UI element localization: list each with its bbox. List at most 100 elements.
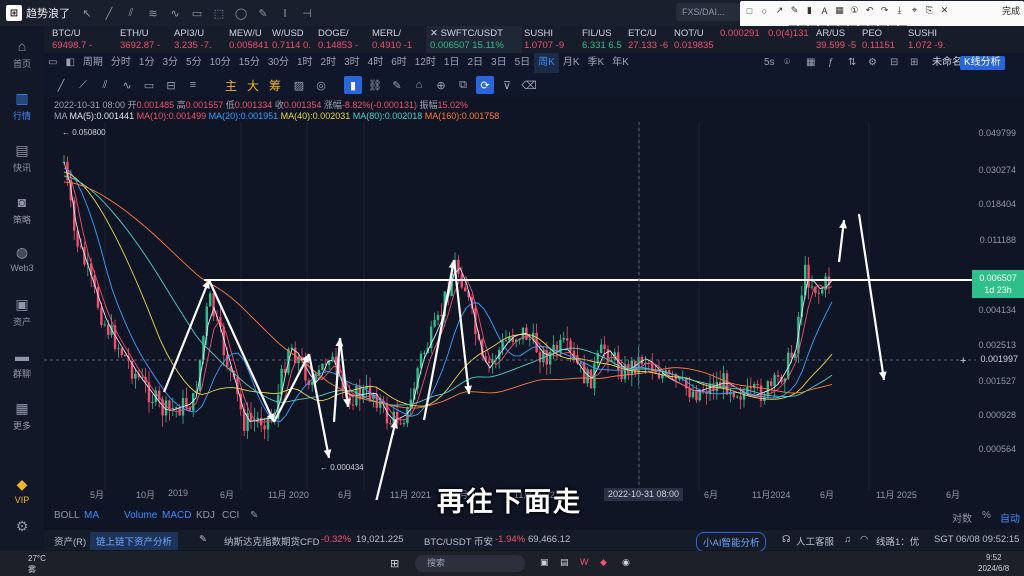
marker-icon[interactable]: ▮ [804,5,815,16]
text-icon[interactable]: A [819,5,830,16]
ticker-tab[interactable]: FIL/US 6.331 6.5 [582,26,622,53]
app-logo[interactable]: ⊞ 趋势浪了 [0,0,76,26]
kline-analysis-button[interactable]: K线分析 [960,56,1005,70]
taskview-icon[interactable]: ▣ [540,557,549,568]
signal-icon[interactable]: ▨ [290,76,308,94]
period-10分[interactable]: 10分 [206,53,235,73]
fib-icon[interactable]: ≡ [184,76,202,94]
indicator-volume[interactable]: Volume [124,510,157,521]
ticker-tab[interactable]: API3/U 3.235 -7. [174,26,212,53]
ticker-tab[interactable]: SUSHI 1.072 -9. [908,26,946,53]
period-6时[interactable]: 6时 [387,53,411,73]
pen-icon[interactable]: ✎ [388,76,406,94]
explorer-icon[interactable]: ▤ [560,557,569,568]
edit-indicator-icon[interactable]: ✎ [250,510,258,521]
arrow-icon[interactable]: ↗ [774,5,785,16]
period-1日[interactable]: 1日 [440,53,464,73]
customer-service-button[interactable]: 人工客服 [796,534,834,548]
price-chart[interactable]: ← 0.050800 ← 0.000434 + [44,122,976,500]
sidebar-item-strategy[interactable]: ◙ 策略 [0,194,44,226]
period-2日[interactable]: 2日 [463,53,487,73]
parallel-icon[interactable]: ⫽ [96,76,114,94]
wave-tool-icon[interactable]: ∿ [164,3,186,23]
bell-icon[interactable]: ♫ [844,534,851,545]
period-15分[interactable]: 15分 [235,53,264,73]
compare-icon[interactable]: ⇅ [848,53,856,73]
pin-icon[interactable]: ⌖ [909,5,920,16]
cursor-icon[interactable]: ↖ [76,3,98,23]
sidebar-item-web3[interactable]: ◍ Web3 [0,244,44,274]
indicator-ma[interactable]: MA [84,510,99,521]
text-tool-icon[interactable]: Ⅰ [274,3,296,23]
circle-icon[interactable]: ○ [759,5,770,16]
hline-tool-icon[interactable]: ⫽ [120,3,142,23]
period-2时[interactable]: 2时 [317,53,341,73]
ticker-tab[interactable]: MEW/U 0.005841 [229,26,269,53]
magnet-icon[interactable]: ▮ [344,76,362,94]
number-icon[interactable]: ① [849,5,860,16]
symbol-search[interactable]: FXS/DAI... [676,3,740,21]
eye-icon[interactable]: ⊕ [432,76,450,94]
ray-icon[interactable]: ⟋ [74,76,92,94]
period-5日[interactable]: 5日 [511,53,535,73]
ruler-tool-icon[interactable]: ⊣ [296,3,318,23]
scale-percent-button[interactable]: % [982,510,991,521]
period-3分[interactable]: 3分 [158,53,182,73]
ai-analysis-button[interactable]: 小AI智能分析 [696,532,767,552]
undo-icon[interactable]: ↶ [864,5,875,16]
gear-icon[interactable]: ⚙ [868,53,877,73]
alert-icon[interactable]: ◎ [312,76,330,94]
indicator-icon[interactable]: ƒ [828,53,834,73]
ticker-tab[interactable]: AR/US 39.599 -5 [816,26,856,53]
trendline-icon[interactable]: ╱ [52,76,70,94]
annotation-done-button[interactable]: 完成 [1002,4,1020,17]
sidebar-item-chat[interactable]: ▬ 群聊 [0,348,44,380]
app-icon[interactable]: ◉ [622,557,630,568]
period-分时[interactable]: 分时 [107,53,135,73]
ticker-tab[interactable]: PEO 0.11151 [862,26,895,53]
wps-icon[interactable]: W [580,557,589,567]
indicator-boll[interactable]: BOLL [54,510,80,521]
layers-icon[interactable]: ⧉ [454,76,472,94]
indicator-kdj[interactable]: KDJ [196,510,215,521]
scale-log-button[interactable]: 对数 [952,510,972,525]
big-indicator-button[interactable]: 大 [244,76,262,94]
copy-icon[interactable]: ⎘ [924,5,935,16]
scale-auto-button[interactable]: 自动 [1000,510,1020,525]
sidebar-item-market[interactable]: ▥ 行情 [0,90,44,122]
ellipse-tool-icon[interactable]: ◯ [230,3,252,23]
period-4时[interactable]: 4时 [364,53,388,73]
trash-icon[interactable]: ⌫ [520,76,538,94]
sidebar-item-settings[interactable]: ⚙ [0,518,44,534]
app-red-icon[interactable]: ◆ [600,557,607,568]
close-icon[interactable]: ✕ [939,5,950,16]
sync-icon[interactable]: ⟳ [476,76,494,94]
chart-type-icon[interactable]: ◧ [61,53,78,73]
rect-icon[interactable]: ▭ [140,76,158,94]
ticker-tab[interactable]: ETH/U 3692.87 - [120,26,160,53]
period-1时[interactable]: 1时 [293,53,317,73]
ticker-tab[interactable]: 0.0(4)131 [768,26,809,53]
period-5分[interactable]: 5分 [182,53,206,73]
layout-icon[interactable]: ⊞ [910,53,918,73]
period-12时[interactable]: 12时 [411,53,440,73]
indicator-cci[interactable]: CCI [222,510,239,521]
period-周期[interactable]: 周期 [79,53,107,73]
mosaic-icon[interactable]: ▦ [834,5,845,16]
rect-icon[interactable]: □ [744,5,755,16]
interval-label[interactable]: 5s [764,53,775,73]
period-年K[interactable]: 年K [608,53,633,73]
ticker-tab[interactable]: NOT/U 0.019835 [674,26,714,53]
grid-layout-icon[interactable]: ▦ [806,53,815,73]
line-tool-icon[interactable]: ╱ [98,3,120,23]
camera-icon[interactable]: ⌾ [784,53,790,73]
period-3时[interactable]: 3时 [340,53,364,73]
split-icon[interactable]: ⊟ [890,53,898,73]
ticker-tab[interactable]: W/USD 0.7114 0. [272,26,311,53]
sidebar-item-more[interactable]: ▦ 更多 [0,400,44,432]
period-月K[interactable]: 月K [559,53,584,73]
ticker-tab[interactable]: BTC/U 69498.7 - [52,26,92,53]
measure-icon[interactable]: ⊟ [162,76,180,94]
pen-icon[interactable]: ✎ [789,5,800,16]
period-季K[interactable]: 季K [584,53,609,73]
